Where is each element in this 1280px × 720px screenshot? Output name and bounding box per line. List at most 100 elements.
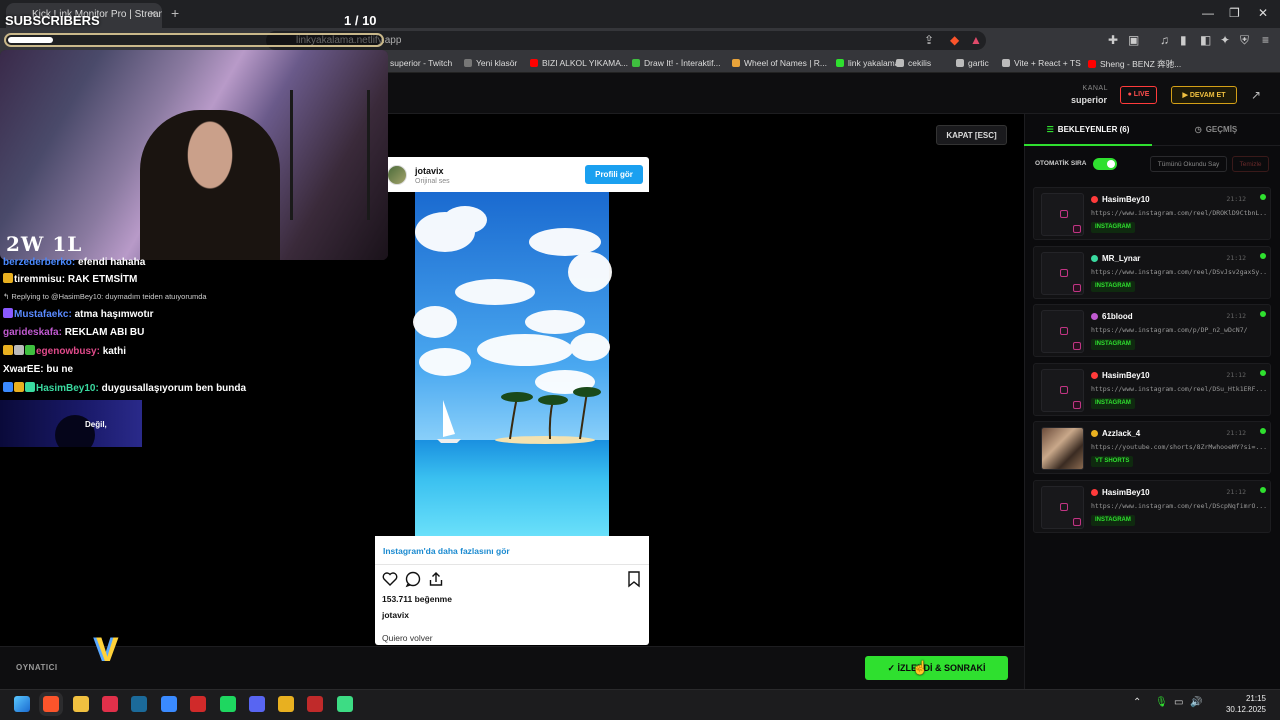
queue-username: Azzlack_4 (1102, 429, 1141, 439)
bookmark-favicon-icon (632, 59, 640, 67)
queue-item[interactable]: HasimBey10 21:12 https://www.instagram.com… (1033, 480, 1271, 533)
online-status-icon (1260, 194, 1266, 200)
online-status-icon (1260, 369, 1266, 376)
bookmark-item[interactable]: BIZI ALKOL YIKAMA... (530, 58, 628, 68)
microphone-icon[interactable]: 🎙 (1155, 697, 1168, 708)
webcam-streamer (140, 110, 280, 260)
platform-badge: INSTAGRAM (1091, 397, 1135, 409)
queue-url[interactable]: https://www.instagram.com/reel/DROKlD9Ct… (1091, 209, 1267, 217)
mark-all-read-button[interactable]: Tümünü Okundu Say (1150, 156, 1227, 172)
avatar[interactable] (387, 165, 407, 185)
brave-browser-icon[interactable] (43, 696, 59, 712)
queue-time: 21:12 (1226, 429, 1246, 438)
bookmark-item[interactable]: cekilis (896, 58, 931, 68)
replay-app-icon[interactable] (307, 696, 323, 712)
new-tab-button[interactable]: + (171, 5, 179, 21)
menu-icon[interactable]: ≡ (1262, 33, 1269, 47)
media-icon[interactable]: ♫ (1160, 33, 1169, 47)
bookmark-item[interactable]: link yakalama (836, 58, 900, 68)
queue-url[interactable]: https://www.instagram.com/p/DP_n2_wDcN7/ (1091, 326, 1267, 334)
external-link-icon[interactable]: ↗ (1251, 88, 1261, 102)
chat-message: XwarEE: bu ne (3, 364, 73, 375)
bookmark-item[interactable]: gartic (956, 58, 989, 68)
tab-close-icon[interactable]: × (150, 8, 156, 20)
volume-icon[interactable]: 🔊 (1190, 697, 1202, 708)
chrome-icon[interactable] (278, 696, 294, 712)
close-window-icon[interactable]: ✕ (1258, 6, 1268, 20)
queue-item[interactable]: MR_Lynar 21:12 https://www.instagram.com/r… (1033, 245, 1271, 299)
share-icon[interactable]: ⇪ (924, 33, 934, 47)
network-icon[interactable]: ▭ (1174, 697, 1183, 708)
chat-username: Mustafaekc: (14, 309, 72, 320)
android-app-icon[interactable] (337, 696, 353, 712)
view-profile-button[interactable]: Profili gör (585, 165, 643, 184)
taskbar-clock[interactable]: 21:15 30.12.2025 (1206, 693, 1266, 715)
queue-thumbnail (1041, 368, 1084, 412)
queue-url[interactable]: https://www.instagram.com/reel/DSu_Htk1E… (1091, 385, 1267, 393)
beach-video-image (375, 192, 649, 536)
queue-url[interactable]: https://www.instagram.com/reel/DSvJsv2ga… (1091, 268, 1267, 276)
chat-badge-icon (25, 345, 35, 355)
tab-waiting[interactable]: ☰ BEKLEYENLER (6) (1024, 114, 1152, 146)
bookmark-item[interactable]: Yeni klasör (464, 58, 517, 68)
queue-item[interactable]: Azzlack_4 21:12 https://youtube.com/shorts… (1033, 421, 1271, 475)
bookmark-item[interactable]: Draw It! - İnteraktif... (632, 58, 721, 68)
comment-icon[interactable] (404, 570, 422, 593)
queue-thumbnail (1041, 427, 1084, 471)
bookmark-label: link yakalama (848, 58, 900, 68)
map-pin-app-icon[interactable] (102, 696, 118, 712)
bookmark-item[interactable]: Vite + React + TS (1002, 58, 1081, 68)
queue-url[interactable]: https://www.instagram.com/reel/DScpNqfim… (1091, 502, 1267, 510)
leo-ai-icon[interactable]: ✦ (1220, 33, 1230, 47)
continue-button[interactable]: ▶ DEVAM ET (1171, 86, 1237, 104)
watched-next-button[interactable]: ✓ İZLENDİ & SONRAKİ (865, 656, 1008, 680)
player-label: OYNATICI (16, 663, 58, 672)
queue-user: Azzlack_4 (1091, 429, 1140, 438)
user-badge-icon (1091, 254, 1098, 262)
more-on-instagram-link[interactable]: Instagram'da daha fazlasını gör (383, 546, 510, 556)
globe-app-icon[interactable] (161, 696, 177, 712)
auto-queue-label: OTOMATİK SIRA (1035, 160, 1087, 167)
bookmark-label: cekilis (908, 58, 932, 68)
bookmark-item[interactable]: superior - Twitch (378, 58, 452, 68)
clear-button[interactable]: Temizle (1232, 156, 1269, 172)
queue-item[interactable]: 61blood 21:12 https://www.instagram.com/p/… (1033, 304, 1271, 358)
vpn-icon[interactable]: ⛨ (1240, 33, 1249, 48)
live-button[interactable]: ● LIVE (1120, 86, 1157, 104)
steam-icon[interactable] (131, 696, 147, 712)
screenshot-icon[interactable]: ▣ (1128, 33, 1139, 47)
brave-shield-icon[interactable]: ◆ (950, 33, 959, 47)
tab-history[interactable]: ◷ GEÇMİŞ (1152, 114, 1280, 146)
instagram-embed: jotavix Orijinal ses Profili gör Instagr… (375, 157, 649, 645)
spotify-icon[interactable] (220, 696, 236, 712)
wallet-icon[interactable]: ◧ (1200, 33, 1211, 47)
discord-icon[interactable] (249, 696, 265, 712)
like-icon[interactable] (381, 570, 399, 593)
queue-url[interactable]: https://youtube.com/shorts/8ZrMwhooeMY?s… (1091, 443, 1267, 451)
reply-text: Replying to @HasimBey10: duymadım teiden… (11, 292, 207, 301)
bookmark-label: Sheng - BENZ 奔驰... (1100, 59, 1182, 69)
chat-badge-icon (14, 382, 24, 392)
bookmark-icon[interactable] (626, 570, 642, 593)
brave-rewards-icon[interactable]: ▲ (970, 33, 982, 47)
bookmark-item[interactable]: Sheng - BENZ 奔驰... (1088, 58, 1181, 70)
queue-item[interactable]: HasimBey10 21:12 https://www.instagram.com… (1033, 187, 1271, 240)
sidebar-icon[interactable]: ▮ (1180, 33, 1187, 47)
extensions-icon[interactable]: ✚ (1108, 33, 1118, 47)
video-frame[interactable] (375, 192, 649, 536)
queue-user: HasimBey10 (1091, 488, 1150, 497)
share-icon[interactable] (427, 570, 445, 593)
embed-username[interactable]: jotavix (415, 166, 444, 176)
minimize-icon[interactable]: — (1202, 6, 1214, 20)
auto-queue-toggle[interactable] (1093, 158, 1117, 170)
windows-start-icon[interactable] (14, 696, 30, 712)
tray-expand-icon[interactable]: ⌃ (1133, 697, 1141, 708)
file-explorer-icon[interactable] (73, 696, 89, 712)
bookmark-item[interactable]: Wheel of Names | R... (732, 58, 827, 68)
maximize-icon[interactable]: ❐ (1229, 6, 1240, 20)
close-player-button[interactable]: KAPAT [ESC] (936, 125, 1007, 145)
bookmark-favicon-icon (1002, 59, 1010, 67)
queue-item[interactable]: HasimBey10 21:12 https://www.instagram.com… (1033, 362, 1271, 416)
red-app-icon[interactable] (190, 696, 206, 712)
caption-username[interactable]: jotavix (382, 610, 409, 620)
